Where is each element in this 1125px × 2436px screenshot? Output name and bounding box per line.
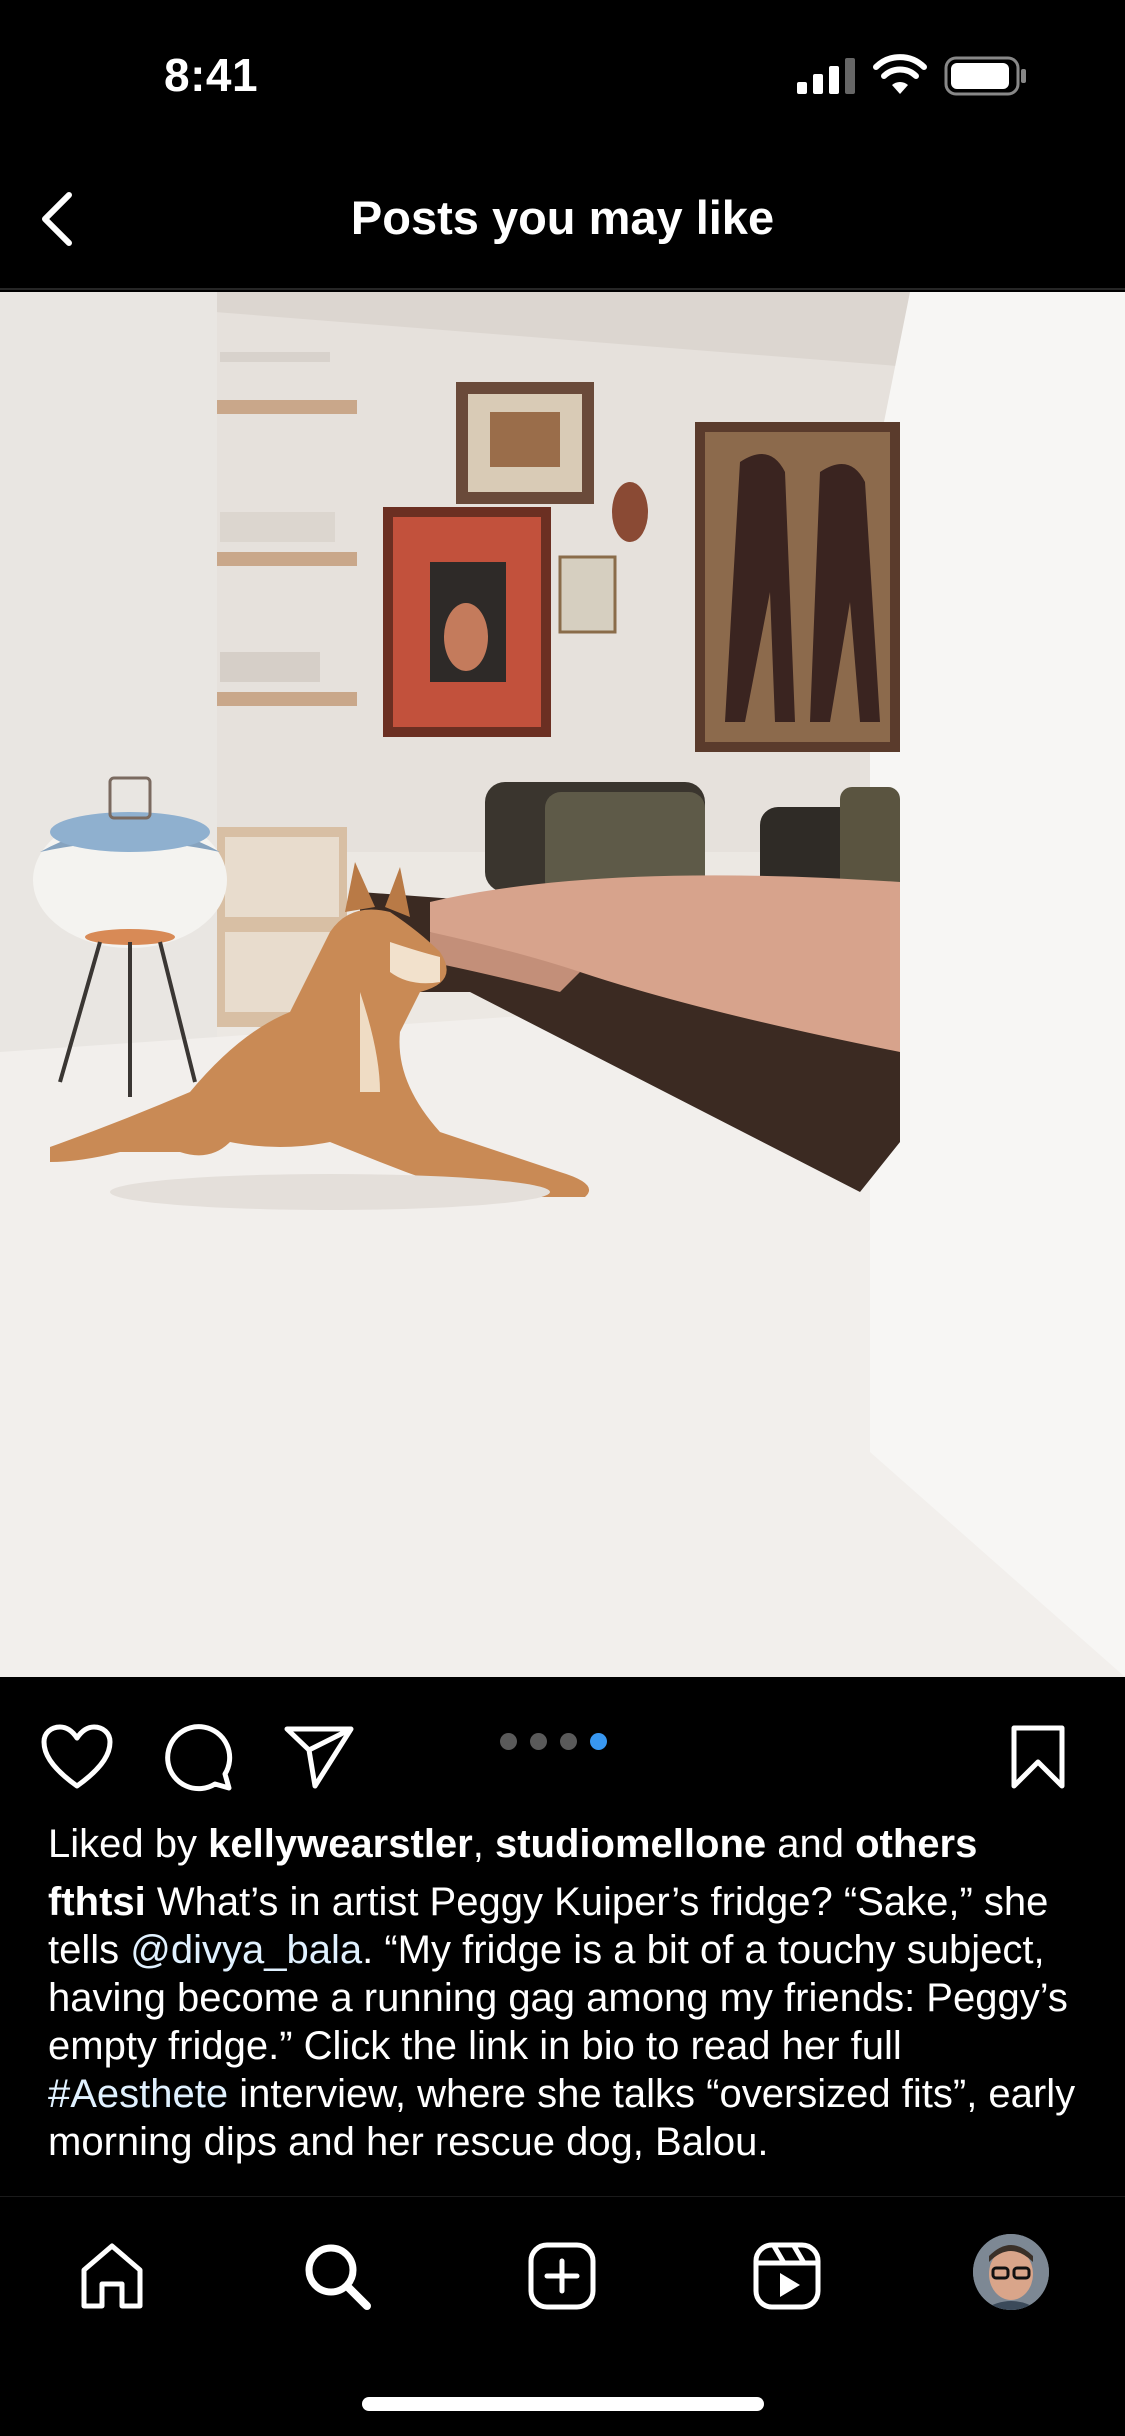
like-button[interactable] (37, 1717, 117, 1797)
nav-header: Posts you may like (0, 150, 1125, 290)
wifi-icon (873, 54, 927, 94)
bookmark-icon (1011, 1725, 1065, 1789)
post-caption: fthtsi What’s in artist Peggy Kuiper’s f… (48, 1878, 1088, 2196)
search-icon (305, 2244, 371, 2310)
tab-home[interactable] (67, 2231, 157, 2321)
carousel-indicator (500, 1733, 607, 1750)
avatar-image (973, 2234, 1049, 2310)
likes-others-link[interactable]: others (855, 1822, 977, 1866)
tab-reels[interactable] (742, 2231, 832, 2321)
tab-search[interactable] (292, 2231, 382, 2321)
liker-username[interactable]: studiomellone (495, 1822, 766, 1866)
share-button[interactable] (279, 1717, 359, 1797)
caption-username[interactable]: fthtsi (48, 1880, 146, 1924)
reels-icon (753, 2242, 821, 2310)
status-time: 8:41 (164, 49, 259, 101)
likes-separator: , (472, 1822, 495, 1866)
tab-create[interactable] (517, 2231, 607, 2321)
likes-summary[interactable]: Liked by kellywearstler, studiomellone a… (48, 1820, 1088, 1868)
save-button[interactable] (998, 1717, 1078, 1797)
comment-button[interactable] (158, 1717, 238, 1797)
status-bar: 8:41 (0, 0, 1125, 150)
profile-avatar[interactable] (973, 2234, 1049, 2310)
likes-prefix: Liked by (48, 1822, 209, 1866)
carousel-dot-active (590, 1733, 607, 1750)
page-title: Posts you may like (350, 191, 775, 244)
send-icon (284, 1726, 354, 1789)
cellular-signal-icon (797, 58, 855, 94)
post-image[interactable] (0, 292, 1125, 1677)
liker-username[interactable]: kellywearstler (208, 1822, 473, 1866)
likes-and: and (766, 1822, 856, 1866)
post-photo-illustration (0, 292, 1125, 1677)
home-icon (81, 2243, 143, 2309)
caption-hashtag[interactable]: #Aesthete (48, 2072, 228, 2116)
create-post-icon (528, 2242, 596, 2310)
heart-icon (41, 1724, 113, 1789)
carousel-dot (500, 1733, 517, 1750)
caption-mention[interactable]: @divya_bala (130, 1928, 362, 1972)
home-indicator (362, 2397, 764, 2411)
battery-icon (944, 56, 1026, 96)
carousel-dot (560, 1733, 577, 1750)
comment-icon (165, 1724, 233, 1792)
carousel-dot (530, 1733, 547, 1750)
